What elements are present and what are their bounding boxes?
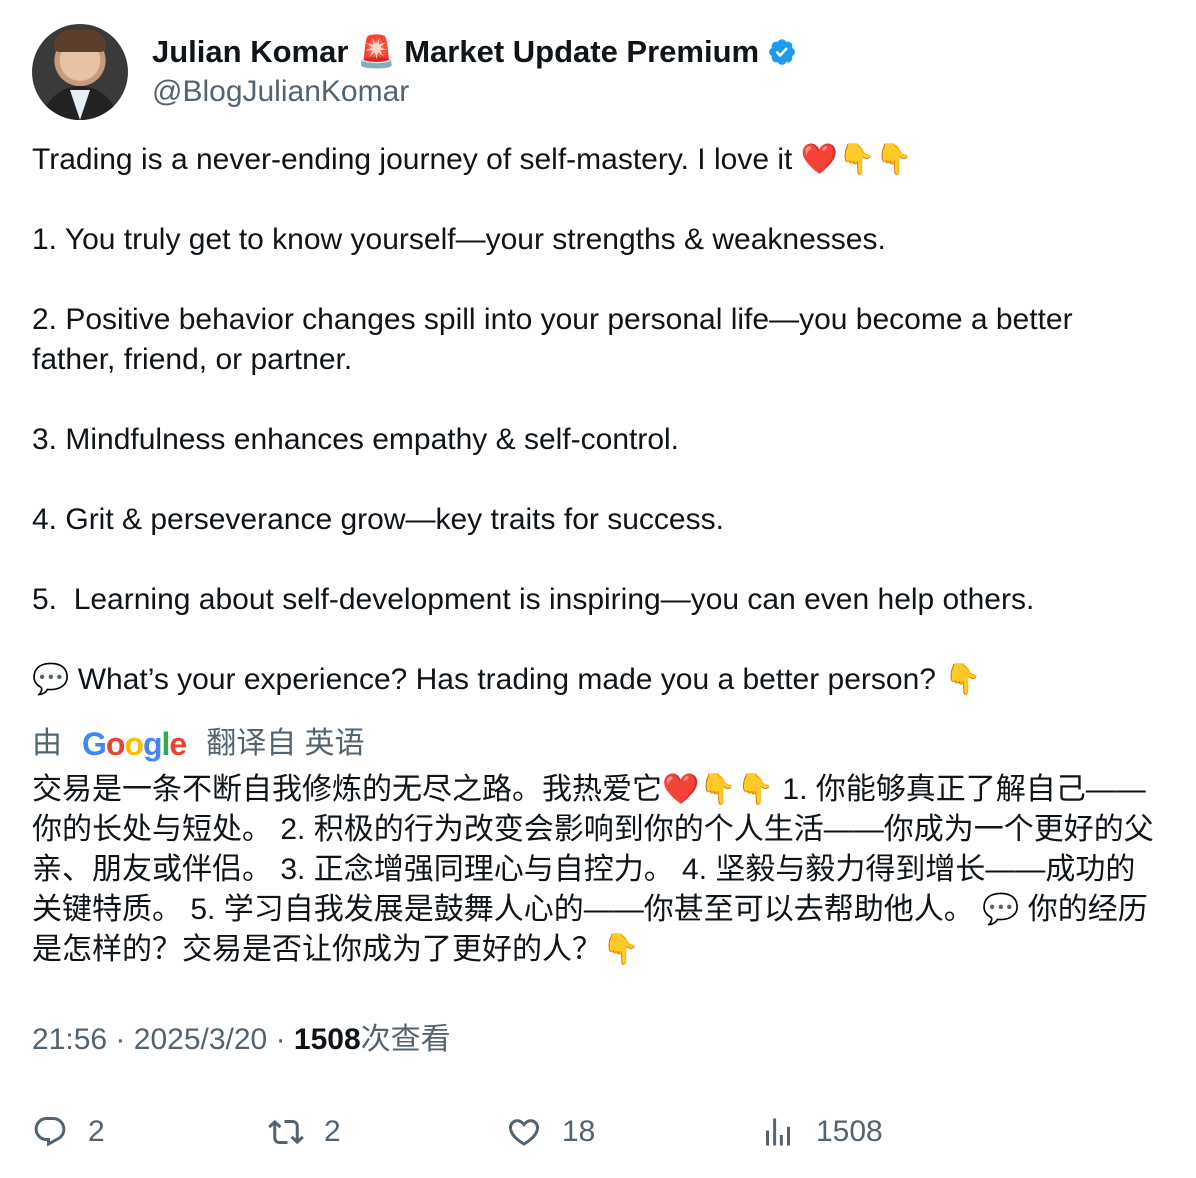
repost-icon: [268, 1119, 304, 1145]
author-handle[interactable]: @BlogJulianKomar: [152, 73, 797, 111]
heart-icon: [508, 1119, 540, 1146]
google-logo: Google: [82, 726, 187, 762]
tweet-meta: 21:56 · 2025/3/20 · 1508次查看: [32, 1020, 1164, 1060]
views-icon: [766, 1118, 790, 1146]
translation-prefix: 由: [32, 727, 62, 760]
tweet-text: Trading is a never-ending journey of sel…: [32, 143, 1073, 696]
tweet-header: Julian Komar 🚨 Market Update Premium @Bl…: [32, 24, 1164, 120]
views-label: 次查看: [360, 1023, 451, 1056]
tweet-date[interactable]: 2025/3/20: [134, 1023, 267, 1056]
reply-icon: [34, 1117, 66, 1147]
views-count: 1508: [293, 1023, 361, 1056]
like-count: 18: [562, 1115, 596, 1148]
meta-separator: ·: [275, 1023, 286, 1056]
views-button[interactable]: 1508: [760, 1114, 1020, 1150]
reply-button[interactable]: 2: [32, 1114, 268, 1150]
author-info: Julian Komar 🚨 Market Update Premium @Bl…: [152, 33, 797, 111]
repost-count: 2: [324, 1115, 341, 1148]
author-name-row: Julian Komar 🚨 Market Update Premium: [152, 33, 797, 71]
tweet-actions: 2 2 18 1508: [32, 1108, 1164, 1156]
translation-attribution: 由 Google 翻译自 英语: [32, 724, 1164, 764]
tweet: Julian Komar 🚨 Market Update Premium @Bl…: [32, 24, 1164, 1060]
translated-text: 交易是一条不断自我修炼的无尽之路。我热爱它❤️👇👇 1. 你能够真正了解自己——…: [32, 773, 1154, 966]
avatar[interactable]: [32, 24, 128, 120]
verified-badge-icon: [769, 39, 795, 65]
meta-separator: ·: [115, 1023, 126, 1056]
translation-suffix[interactable]: 翻译自 英语: [206, 724, 364, 764]
repost-button[interactable]: 2: [268, 1114, 506, 1150]
views-action-count: 1508: [816, 1115, 883, 1148]
author-name[interactable]: Julian Komar 🚨 Market Update Premium: [152, 33, 759, 71]
like-button[interactable]: 18: [506, 1114, 760, 1150]
reply-count: 2: [88, 1115, 105, 1148]
tweet-time[interactable]: 21:56: [32, 1023, 107, 1056]
